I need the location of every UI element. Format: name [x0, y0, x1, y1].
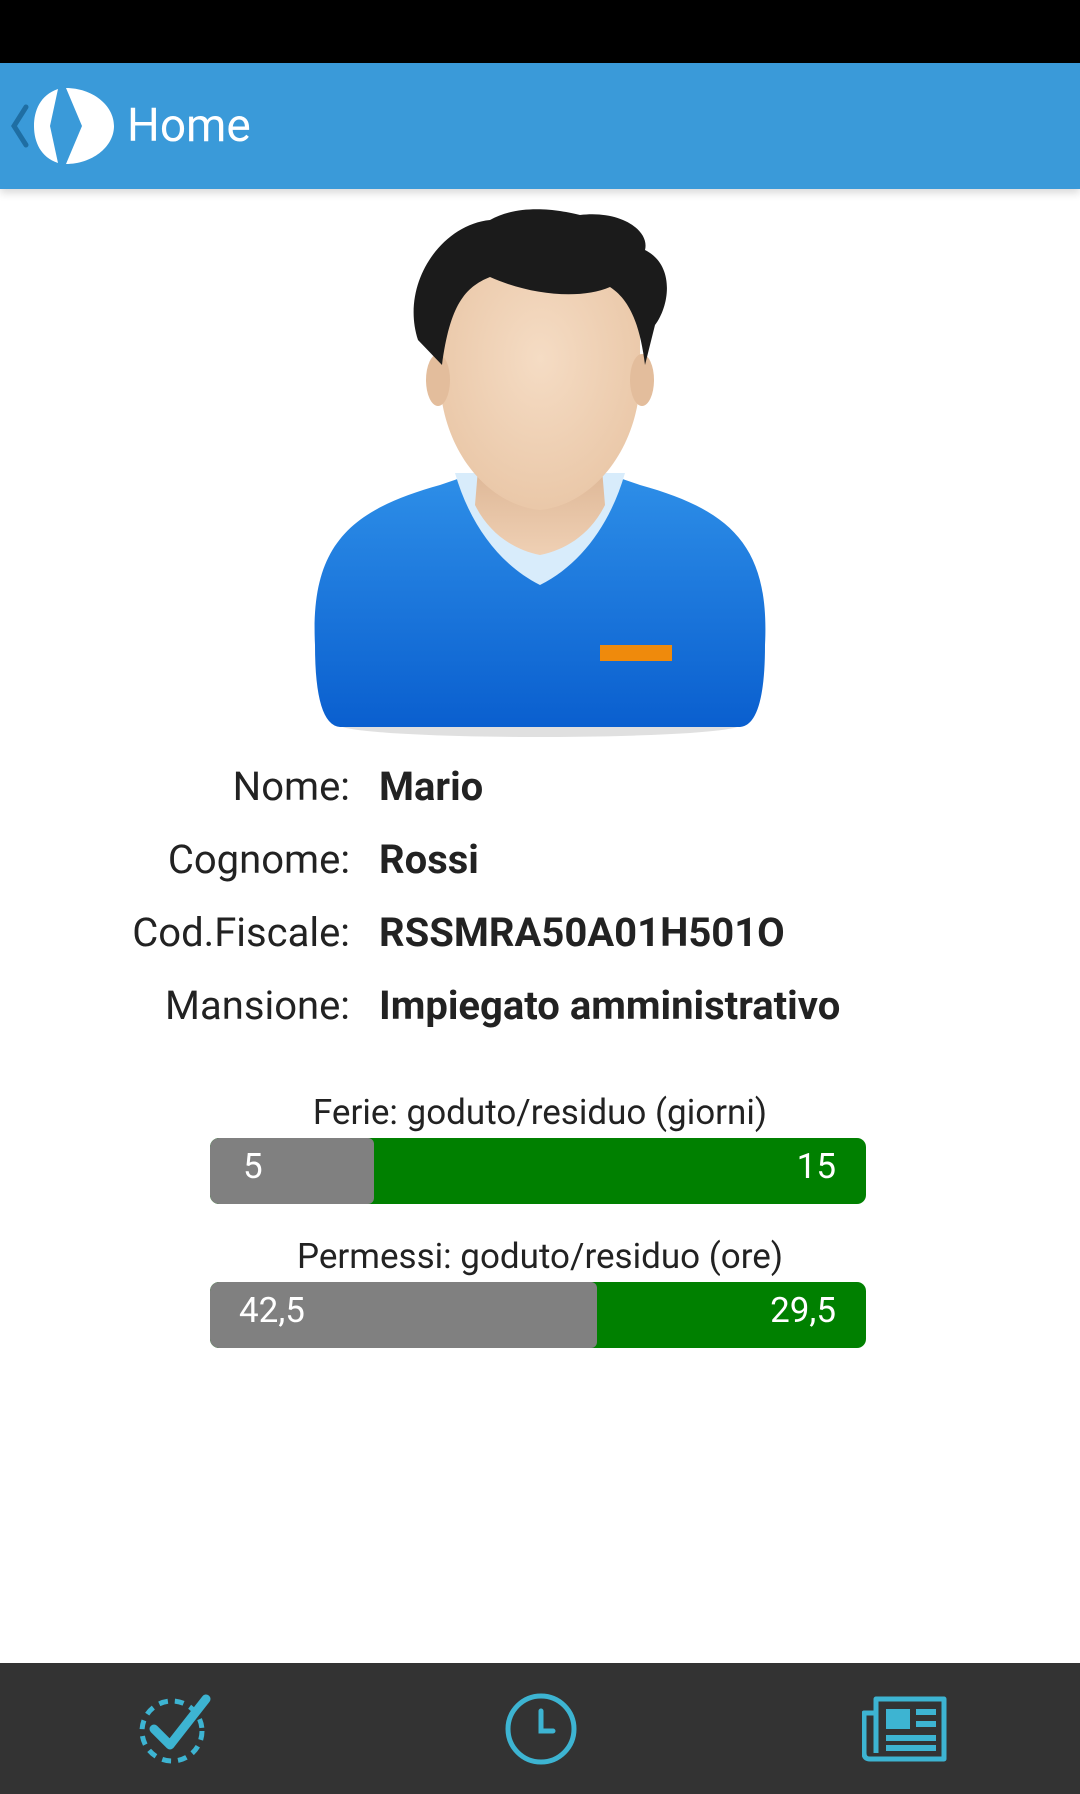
checkmark-icon: [139, 1694, 211, 1764]
nome-value: Mario: [379, 763, 484, 810]
info-row-mansione: Mansione: Impiegato amministrativo: [0, 974, 1080, 1047]
mansione-value: Impiegato amministrativo: [379, 982, 841, 1029]
ferie-used-value: 5: [243, 1146, 263, 1187]
info-row-cognome: Cognome: Rossi: [0, 828, 1080, 901]
bottom-navigation: [0, 1663, 1080, 1794]
codice-fiscale-value: RSSMRA50A01H501O: [379, 909, 785, 956]
ferie-caption: Ferie: goduto/residuo (giorni): [312, 1092, 768, 1133]
cognome-value: Rossi: [379, 836, 479, 883]
permessi-used-segment: 42,5: [210, 1282, 598, 1348]
permessi-progress-bar: 42,5 29,5: [210, 1282, 866, 1348]
nome-label: Nome:: [232, 763, 350, 810]
permessi-used-value: 42,5: [239, 1290, 305, 1331]
nav-tasks-button[interactable]: [0, 1663, 360, 1794]
nav-timesheet-button[interactable]: [360, 1663, 720, 1794]
ferie-used-segment: 5: [210, 1138, 374, 1204]
permessi-caption: Permessi: goduto/residuo (ore): [296, 1236, 784, 1277]
profile-info: Nome: Mario Cognome: Rossi Cod.Fiscale: …: [0, 755, 1080, 1047]
ferie-remaining-value: 15: [796, 1146, 836, 1187]
user-avatar-icon: [314, 209, 766, 737]
permessi-remaining-value: 29,5: [770, 1290, 836, 1331]
info-row-codice-fiscale: Cod.Fiscale: RSSMRA50A01H501O: [0, 901, 1080, 974]
app-logo-icon[interactable]: [32, 85, 116, 167]
back-chevron-icon[interactable]: [8, 101, 30, 151]
page-title: Home: [127, 99, 251, 153]
info-row-nome: Nome: Mario: [0, 755, 1080, 828]
newspaper-icon: [862, 1696, 947, 1762]
status-bar: [0, 0, 1080, 63]
app-bar: Home: [0, 63, 1080, 189]
mansione-label: Mansione:: [165, 982, 350, 1029]
clock-icon: [505, 1693, 577, 1765]
nav-news-button[interactable]: [720, 1663, 1080, 1794]
ferie-progress-bar: 5 15: [210, 1138, 866, 1204]
codice-fiscale-label: Cod.Fiscale:: [132, 909, 350, 956]
cognome-label: Cognome:: [167, 836, 350, 883]
